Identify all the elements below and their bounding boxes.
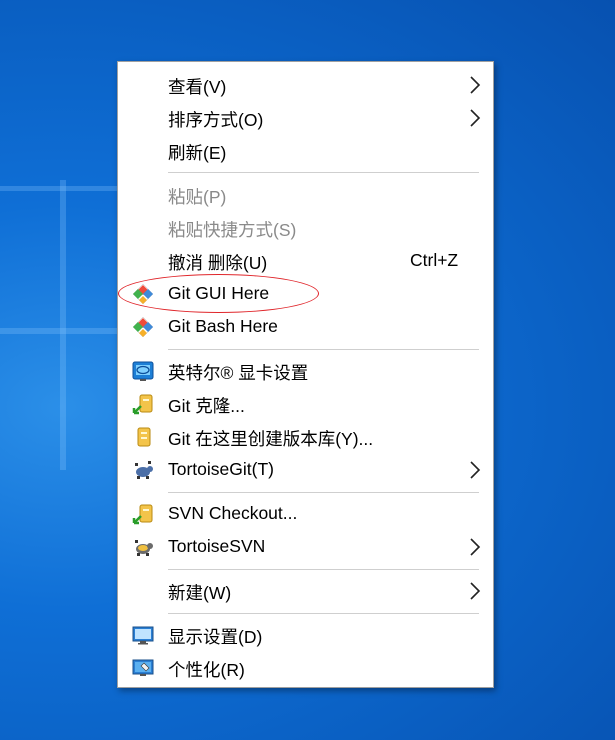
- menu-item-label: Git Bash Here: [168, 316, 278, 336]
- menu-item-label: 排序方式(O): [168, 110, 264, 130]
- tortoisesvn-icon: [135, 540, 153, 556]
- menu-separator: [168, 492, 479, 493]
- git-diamond-icon: [132, 316, 154, 338]
- menu-separator: [168, 172, 479, 173]
- menu-item-refresh[interactable]: 刷新(E): [118, 135, 493, 166]
- menu-item-label: 粘贴快捷方式(S): [168, 220, 297, 240]
- menu-item-tortoisesvn[interactable]: TortoiseSVN: [118, 531, 493, 562]
- menu-item-label: Git 在这里创建版本库(Y)...: [168, 429, 374, 449]
- menu-item-label: TortoiseSVN: [168, 536, 266, 556]
- menu-item-sort[interactable]: 排序方式(O): [118, 102, 493, 133]
- menu-separator: [168, 613, 479, 614]
- menu-item-label: 撤消 删除(U): [168, 253, 268, 273]
- menu-item-label: TortoiseGit(T): [168, 459, 274, 479]
- display-icon: [132, 626, 154, 645]
- svn-checkout-icon: [132, 504, 153, 525]
- menu-item-label: Git 克隆...: [168, 396, 245, 416]
- menu-item-git-create-repo[interactable]: Git 在这里创建版本库(Y)...: [118, 421, 493, 452]
- chevron-right-icon: [470, 538, 481, 556]
- menu-item-view[interactable]: 查看(V): [118, 69, 493, 100]
- personalize-icon: [132, 659, 154, 676]
- menu-item-new[interactable]: 新建(W): [118, 575, 493, 606]
- chevron-right-icon: [470, 76, 481, 94]
- menu-item-label: 查看(V): [168, 77, 227, 97]
- menu-item-paste[interactable]: 粘贴(P): [118, 179, 493, 210]
- windows-logo-beam: [0, 186, 117, 191]
- menu-item-personalize[interactable]: 个性化(R): [118, 652, 493, 683]
- menu-item-display-settings[interactable]: 显示设置(D): [118, 619, 493, 650]
- intel-graphics-icon: [132, 361, 154, 381]
- menu-item-tortoisegit[interactable]: TortoiseGit(T): [118, 454, 493, 485]
- desktop-context-menu: 查看(V) 排序方式(O) 刷新(E) 粘贴(P) 粘贴快捷方式(S) 撤消 删…: [117, 61, 494, 688]
- git-repo-icon: [137, 427, 151, 447]
- menu-item-label: 英特尔® 显卡设置: [168, 363, 309, 383]
- tortoisegit-icon: [135, 461, 153, 479]
- menu-item-git-bash[interactable]: Git Bash Here: [118, 311, 493, 342]
- menu-item-label: 个性化(R): [168, 660, 245, 680]
- menu-item-label: 粘贴(P): [168, 187, 227, 207]
- menu-item-git-clone[interactable]: Git 克隆...: [118, 388, 493, 419]
- menu-item-undo-delete[interactable]: 撤消 删除(U) Ctrl+Z: [118, 245, 493, 276]
- menu-item-label: SVN Checkout...: [168, 503, 298, 523]
- menu-item-paste-shortcut[interactable]: 粘贴快捷方式(S): [118, 212, 493, 243]
- chevron-right-icon: [470, 582, 481, 600]
- chevron-right-icon: [470, 109, 481, 127]
- menu-item-label: 显示设置(D): [168, 627, 263, 647]
- menu-separator: [168, 569, 479, 570]
- menu-item-intel-graphics[interactable]: 英特尔® 显卡设置: [118, 355, 493, 386]
- annotation-circle: [118, 274, 319, 313]
- windows-logo-beam: [60, 180, 66, 470]
- menu-item-label: 新建(W): [168, 583, 232, 603]
- menu-item-label: 刷新(E): [168, 143, 227, 163]
- menu-separator: [168, 349, 479, 350]
- git-clone-icon: [132, 394, 153, 415]
- chevron-right-icon: [470, 461, 481, 479]
- menu-item-shortcut: Ctrl+Z: [410, 250, 459, 270]
- windows-logo-beam: [0, 328, 117, 334]
- menu-item-svn-checkout[interactable]: SVN Checkout...: [118, 498, 493, 529]
